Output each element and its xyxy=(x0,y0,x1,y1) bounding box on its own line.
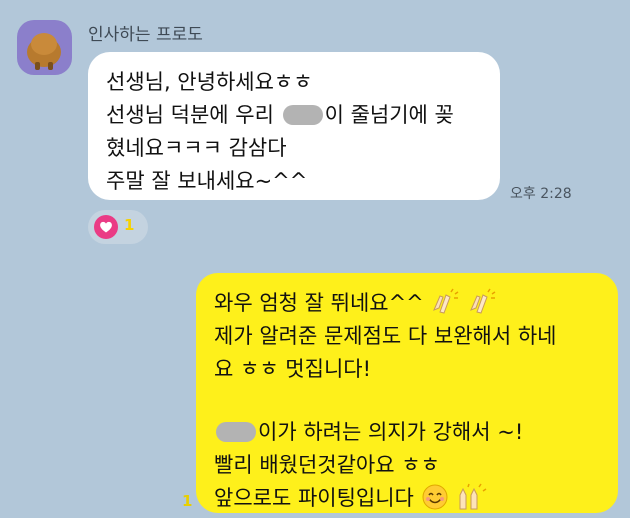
smiling-face-icon xyxy=(421,483,451,511)
reaction-badge[interactable]: 1 xyxy=(88,210,148,244)
message-line: 와우 엄청 잘 뛰네요^^ xyxy=(214,287,618,320)
reaction-count: 1 xyxy=(124,216,135,234)
outgoing-message-bubble[interactable]: 와우 엄청 잘 뛰네요^^ 제가 알려준 문제점도 다 보완해서 하네 요 ㅎㅎ… xyxy=(196,273,618,513)
blurred-name xyxy=(216,422,256,442)
message-line: 선생님 덕분에 우리 이 줄넘기에 꽂 xyxy=(106,103,454,127)
frodo-avatar[interactable] xyxy=(17,20,72,75)
heart-icon xyxy=(94,215,118,239)
message-line: 제가 알려준 문제점도 다 보완해서 하네 xyxy=(214,324,557,348)
raising-hands-icon xyxy=(457,483,487,511)
message-line: 앞으로도 파이팅입니다 xyxy=(214,482,618,515)
blurred-name xyxy=(282,105,323,125)
message-line: 혔네요ㅋㅋㅋ 감삼다 xyxy=(106,136,287,160)
message-line: 선생님, 안녕하세요ㅎㅎ xyxy=(106,70,313,94)
message-line: 주말 잘 보내세요~^^ xyxy=(106,169,308,193)
incoming-message-bubble[interactable]: 선생님, 안녕하세요ㅎㅎ 선생님 덕분에 우리 이 줄넘기에 꽂 혔네요ㅋㅋㅋ … xyxy=(88,52,500,200)
unread-count: 1 xyxy=(182,492,193,510)
message-time: 오후 2:28 xyxy=(510,186,572,202)
clapping-hands-icon xyxy=(430,288,460,316)
message-line: 이가 하려는 의지가 강해서 ~! xyxy=(214,416,618,449)
message-line: 빨리 배웠던것같아요 ㅎㅎ xyxy=(214,453,440,477)
clapping-hands-icon xyxy=(467,288,497,316)
message-line: 요 ㅎㅎ 멋집니다! xyxy=(214,357,372,381)
sender-name: 인사하는 프로도 xyxy=(88,25,203,45)
